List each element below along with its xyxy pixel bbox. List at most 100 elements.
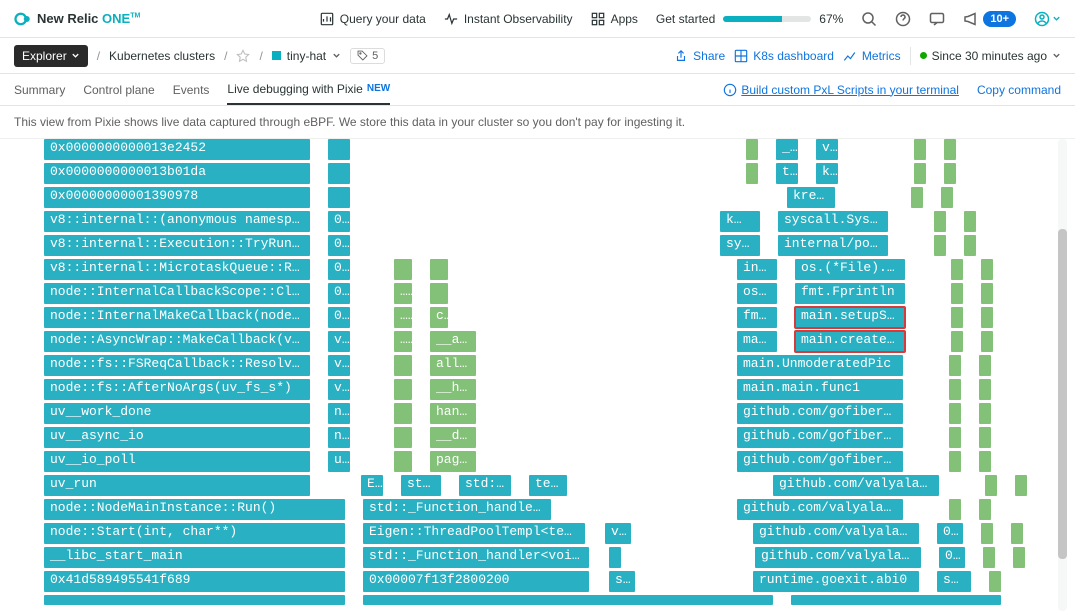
flamegraph-frame[interactable] [989, 571, 1001, 592]
flamegraph-frame[interactable]: node::fs::FSReqCallback::Resolve… [44, 355, 310, 376]
flamegraph-frame[interactable] [949, 427, 961, 448]
flamegraph-frame[interactable] [951, 331, 963, 352]
flamegraph-frame[interactable] [1015, 475, 1027, 496]
flamegraph-frame[interactable] [911, 187, 923, 208]
flamegraph-frame[interactable]: 0… [328, 211, 350, 232]
tag-count-pill[interactable]: 5 [350, 48, 385, 64]
flamegraph-frame[interactable]: 0… [328, 259, 350, 280]
flamegraph-frame[interactable] [949, 403, 961, 424]
flamegraph-frame[interactable] [964, 211, 976, 232]
share-button[interactable]: Share [674, 49, 725, 63]
flamegraph-frame[interactable] [981, 307, 993, 328]
flamegraph-frame[interactable] [979, 355, 991, 376]
user-menu[interactable] [1034, 11, 1061, 27]
flamegraph-frame[interactable] [981, 283, 993, 304]
flamegraph-frame[interactable]: n… [328, 403, 350, 424]
flamegraph-frame[interactable] [979, 403, 991, 424]
flamegraph-frame[interactable] [941, 187, 953, 208]
flamegraph-frame[interactable]: v8… [605, 523, 631, 544]
breadcrumb-k8s[interactable]: Kubernetes clusters [109, 49, 215, 63]
flamegraph-frame[interactable] [944, 163, 956, 184]
apps-link[interactable]: Apps [591, 12, 638, 26]
flamegraph-frame[interactable]: fmt.Fprintln [795, 283, 905, 304]
flamegraph-frame[interactable] [979, 451, 991, 472]
flamegraph-frame[interactable]: github.com/gofiber/fi… [737, 427, 903, 448]
flamegraph-frame[interactable]: 0… [328, 235, 350, 256]
flamegraph-frame[interactable]: node::InternalCallbackScope::Clo… [44, 283, 310, 304]
flamegraph-frame[interactable]: 0x0000000000013e2452 [44, 139, 310, 160]
time-picker[interactable]: Since 30 minutes ago [920, 49, 1061, 63]
flamegraph-frame[interactable] [949, 499, 961, 520]
flamegraph-frame[interactable]: main… [737, 331, 777, 352]
flamegraph-frame[interactable] [1011, 523, 1023, 544]
flamegraph-frame[interactable] [914, 139, 926, 160]
flamegraph-frame[interactable]: __ha… [430, 379, 476, 400]
flamegraph-frame[interactable] [979, 427, 991, 448]
flamegraph-frame[interactable]: c… [430, 307, 448, 328]
flamegraph-frame[interactable]: main.createSa… [795, 331, 905, 352]
flamegraph-frame[interactable]: node::NodeMainInstance::Run() [44, 499, 345, 520]
flamegraph-frame[interactable]: v… [328, 379, 350, 400]
flamegraph-frame[interactable]: main.UnmoderatedPic [737, 355, 903, 376]
flamegraph-frame[interactable]: 0x… [937, 523, 963, 544]
build-scripts-link[interactable]: Build custom PxL Scripts in your termina… [723, 83, 959, 97]
flamegraph-frame[interactable] [394, 379, 412, 400]
flamegraph-frame[interactable]: uv_run [44, 475, 310, 496]
flamegraph-frame[interactable]: 0x… [939, 547, 965, 568]
flamegraph-frame[interactable] [979, 379, 991, 400]
flamegraph-frame[interactable]: std::_Function_handler<v… [363, 499, 551, 520]
k8s-dashboard-button[interactable]: K8s dashboard [734, 49, 834, 63]
flamegraph-frame[interactable] [951, 259, 963, 280]
flamegraph-frame[interactable]: node::AsyncWrap::MakeCallback(v8… [44, 331, 310, 352]
instant-observability-link[interactable]: Instant Observability [444, 12, 573, 26]
flamegraph-frame[interactable] [328, 139, 350, 160]
help-icon[interactable] [895, 11, 911, 27]
flamegraph-frame[interactable] [746, 139, 758, 160]
flamegraph-frame[interactable]: std… [401, 475, 441, 496]
flamegraph-frame[interactable]: v8::internal::(anonymous namespa… [44, 211, 310, 232]
flamegraph-frame[interactable]: github.com/gofiber/fi… [737, 403, 903, 424]
flamegraph-frame[interactable] [981, 259, 993, 280]
flamegraph-frame[interactable]: Eigen::ThreadPoolTempl<tenso… [363, 523, 585, 544]
flamegraph-frame[interactable]: fmt.… [737, 307, 777, 328]
tab-live-debugging[interactable]: Live debugging with Pixie NEW [227, 74, 390, 105]
tab-summary[interactable]: Summary [14, 74, 65, 105]
flamegraph-frame[interactable]: 0x0000000000013b01da [44, 163, 310, 184]
flamegraph-frame[interactable] [394, 427, 412, 448]
explorer-button[interactable]: Explorer [14, 45, 88, 67]
flamegraph-frame[interactable] [985, 475, 997, 496]
flamegraph-frame[interactable]: v… [328, 331, 350, 352]
flamegraph-frame[interactable] [394, 259, 412, 280]
flamegraph-frame[interactable] [363, 595, 773, 605]
query-your-data-link[interactable]: Query your data [320, 12, 426, 26]
flamegraph-frame[interactable]: uv__work_done [44, 403, 310, 424]
flamegraph-frame[interactable]: … [394, 331, 412, 352]
flamegraph-frame[interactable]: uv__io_poll [44, 451, 310, 472]
flamegraph-frame[interactable] [394, 403, 412, 424]
flamegraph-frame[interactable]: k… [720, 211, 760, 232]
flamegraph-frame[interactable]: k… [816, 163, 838, 184]
flamegraph-frame[interactable]: github.com/valyala/fa… [753, 523, 919, 544]
vertical-scrollbar[interactable] [1058, 139, 1067, 611]
flamegraph-frame[interactable]: v8::internal::MicrotaskQueue::Ru… [44, 259, 310, 280]
flamegraph-frame[interactable]: main.main.func1 [737, 379, 903, 400]
flamegraph-frame[interactable] [949, 355, 961, 376]
flamegraph-frame[interactable] [430, 259, 448, 280]
flamegraph-frame[interactable]: … [394, 283, 412, 304]
flamegraph-frame[interactable]: syscall.Sys… [778, 211, 888, 232]
flamegraph-frame[interactable]: allo… [430, 355, 476, 376]
flamegraph-frame[interactable]: __libc_start_main [44, 547, 345, 568]
flamegraph-frame[interactable]: 0x41d589495541f689 [44, 571, 345, 592]
flamegraph-frame[interactable]: … [394, 307, 412, 328]
flamegraph-frame[interactable]: github.com/valyala/fa… [755, 547, 921, 568]
flamegraph-frame[interactable]: os.(*File).W… [795, 259, 905, 280]
tab-control-plane[interactable]: Control plane [83, 74, 154, 105]
flamegraph-frame[interactable] [983, 547, 995, 568]
flamegraph-frame[interactable]: 0… [328, 307, 350, 328]
message-icon[interactable] [929, 11, 945, 27]
flamegraph-frame[interactable] [949, 379, 961, 400]
flamegraph-frame[interactable] [791, 595, 1001, 605]
star-icon[interactable] [236, 49, 250, 63]
flamegraph-frame[interactable]: sys… [720, 235, 760, 256]
flamegraph-frame[interactable] [981, 331, 993, 352]
